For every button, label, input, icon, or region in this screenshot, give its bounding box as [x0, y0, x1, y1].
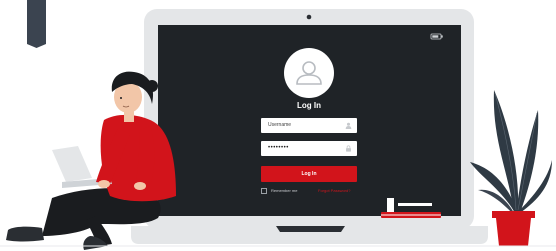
login-form: Log In Username •••••••• Log In Remember… [0, 0, 556, 251]
password-value: •••••••• [268, 145, 289, 151]
username-placeholder: Username [268, 122, 292, 128]
password-input[interactable]: •••••••• [261, 141, 357, 156]
remember-me[interactable]: Remember me [261, 187, 297, 194]
checkbox-icon[interactable] [261, 187, 267, 194]
login-illustration: Log In Username •••••••• Log In Remember… [0, 0, 556, 251]
user-icon [345, 122, 352, 129]
remember-label: Remember me [271, 188, 298, 193]
login-button[interactable]: Log In [261, 166, 357, 182]
username-input[interactable]: Username [261, 118, 357, 133]
forgot-password-link[interactable]: Forgot Password? [318, 188, 350, 193]
lock-icon [346, 145, 351, 152]
login-title: Log In [297, 101, 321, 110]
